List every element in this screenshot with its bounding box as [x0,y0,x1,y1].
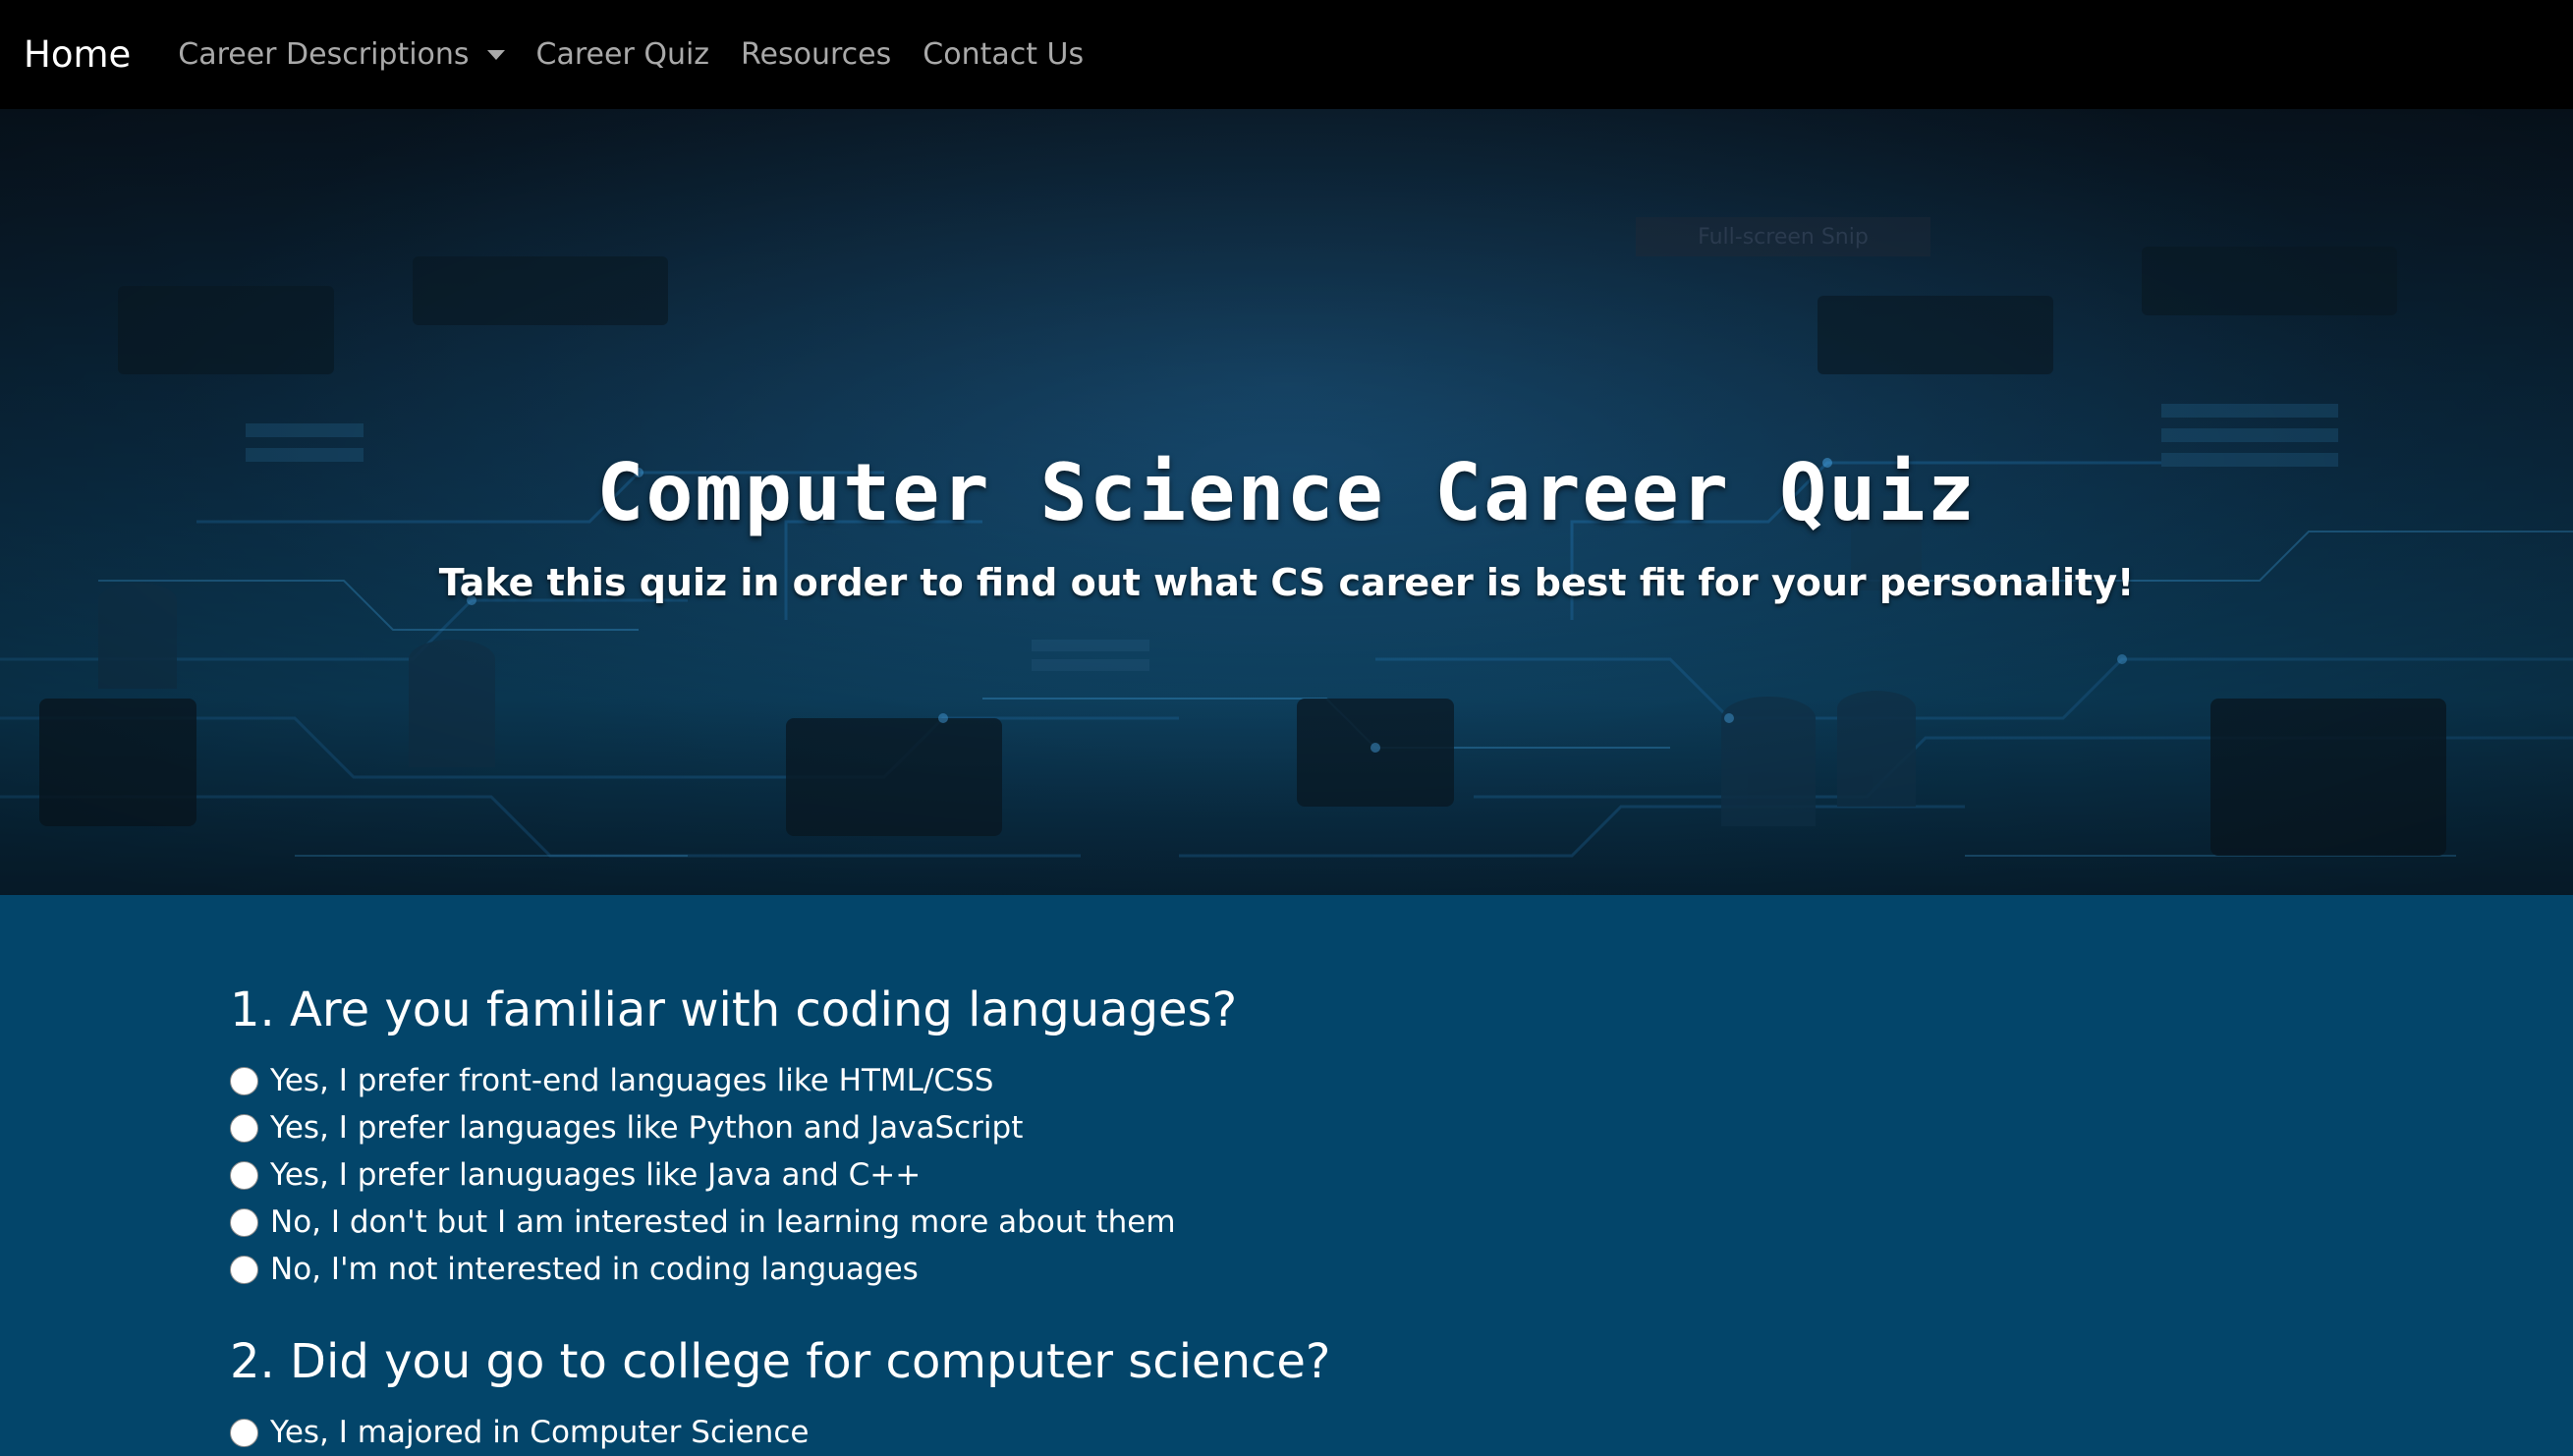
question-1-option[interactable]: Yes, I prefer lanuguages like Java and C… [230,1151,2391,1199]
option-label: Yes, I prefer lanuguages like Java and C… [270,1157,922,1193]
radio-button[interactable] [230,1255,258,1284]
option-label: Yes, I prefer languages like Python and … [270,1110,1024,1146]
question-2: 2. Did you go to college for computer sc… [230,1334,2391,1456]
radio-button[interactable] [230,1113,258,1143]
navbar: Home Career Descriptions Career Quiz Res… [0,0,2573,109]
question-1-title: 1. Are you familiar with coding language… [230,982,1238,1037]
question-1-option[interactable]: No, I don't but I am interested in learn… [230,1199,2391,1246]
nav-contact-us-link[interactable]: Contact Us [923,37,1084,72]
question-1-option[interactable]: Yes, I prefer front-end languages like H… [230,1057,2391,1104]
nav-career-descriptions-dropdown[interactable]: Career Descriptions [178,37,505,72]
option-label: No, I'm not interested in coding languag… [270,1252,919,1287]
nav-resources-link[interactable]: Resources [741,37,891,72]
radio-button[interactable] [230,1066,258,1095]
nav-career-quiz-link[interactable]: Career Quiz [536,37,710,72]
radio-button[interactable] [230,1207,258,1237]
nav-home-link[interactable]: Home [24,33,131,76]
radio-button[interactable] [230,1418,258,1447]
nav-career-descriptions-label: Career Descriptions [178,37,470,72]
question-2-option[interactable]: Yes, I majored in Computer Science [230,1409,2391,1456]
page-title: Computer Science Career Quiz [596,446,1977,538]
question-2-title: 2. Did you go to college for computer sc… [230,1334,1331,1389]
question-1: 1. Are you familiar with coding language… [230,982,2391,1293]
option-label: No, I don't but I am interested in learn… [270,1204,1176,1240]
radio-button[interactable] [230,1160,258,1190]
quiz-form: 1. Are you familiar with coding language… [230,982,2391,1456]
option-label: Yes, I majored in Computer Science [270,1415,810,1450]
hero-banner: Full-screen Snip Computer Science Career… [0,109,2573,895]
caret-down-icon [486,49,505,60]
question-1-option[interactable]: Yes, I prefer languages like Python and … [230,1104,2391,1151]
option-label: Yes, I prefer front-end languages like H… [270,1063,994,1098]
page-subtitle: Take this quiz in order to find out what… [438,561,2135,604]
question-1-option[interactable]: No, I'm not interested in coding languag… [230,1246,2391,1293]
snip-overlay-label: Full-screen Snip [1636,217,1930,256]
